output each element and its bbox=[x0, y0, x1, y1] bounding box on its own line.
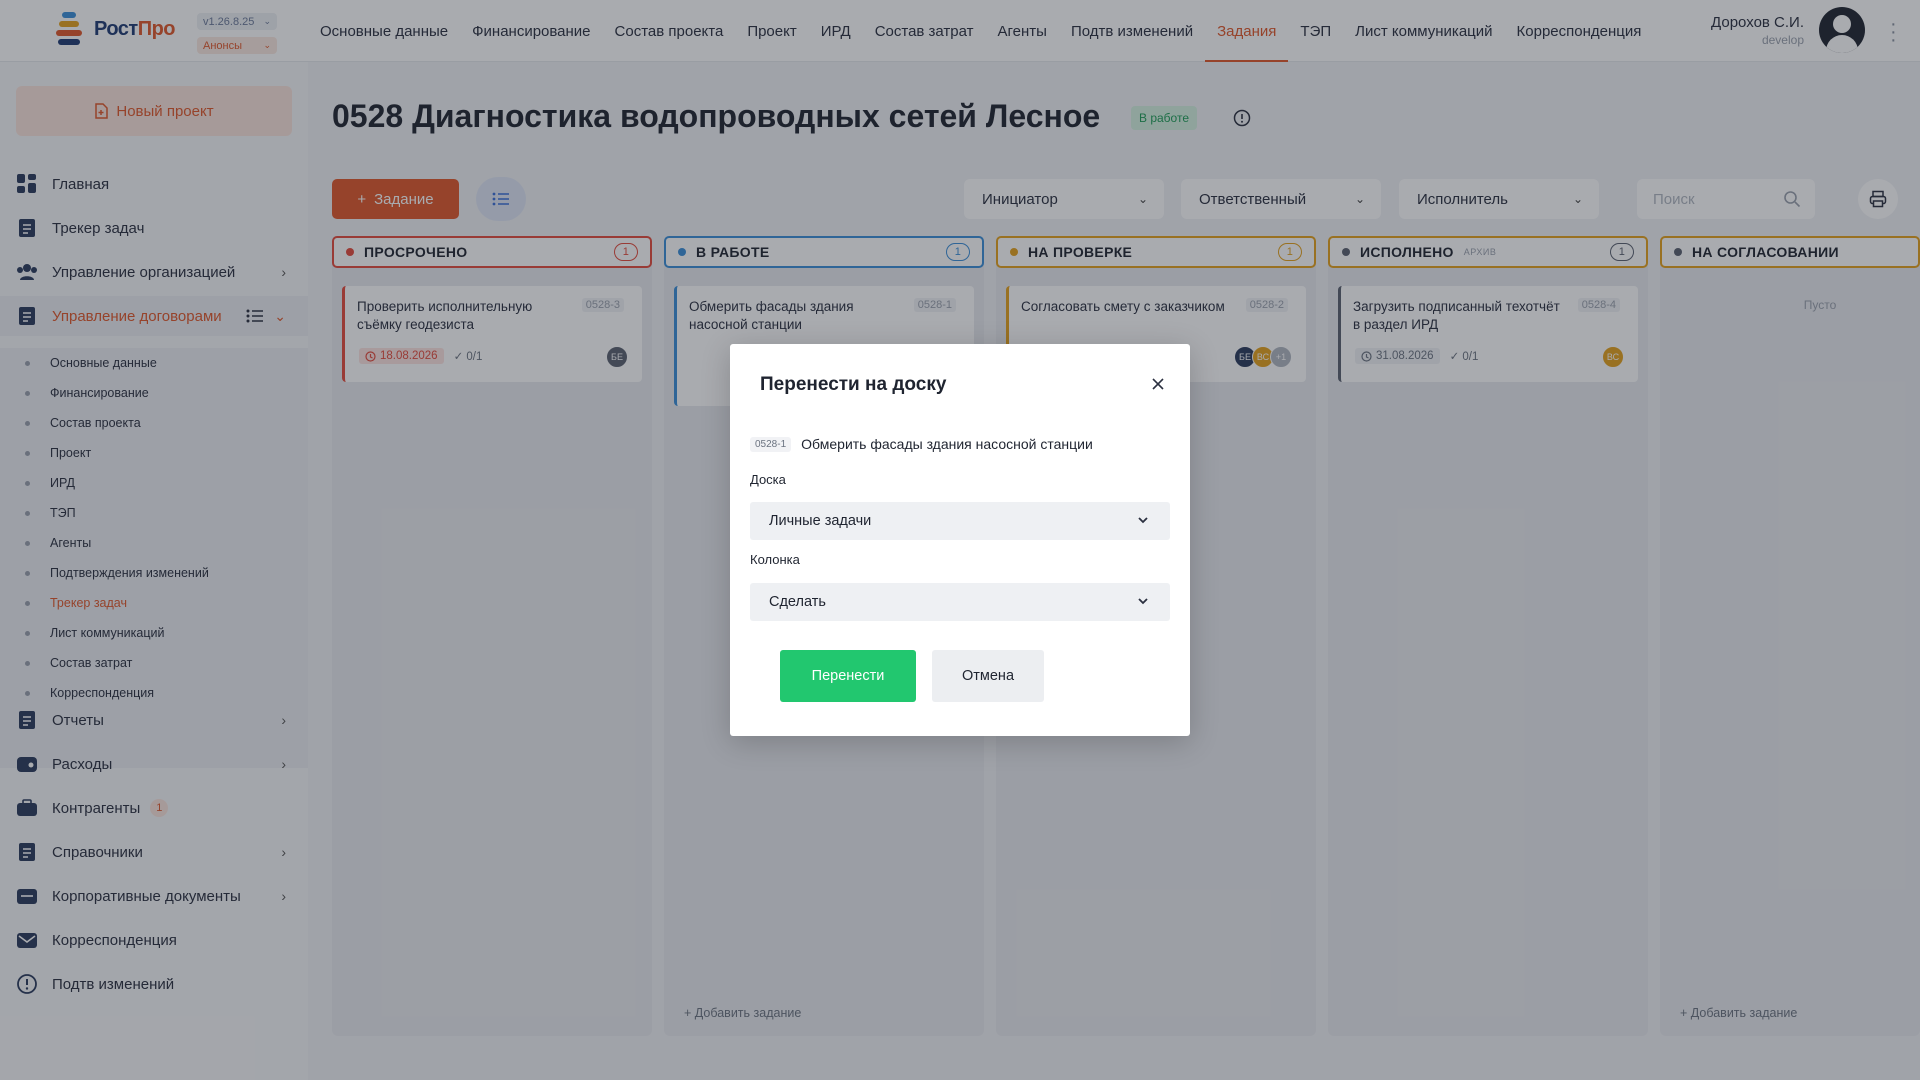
task-id: 0528-1 bbox=[750, 436, 792, 452]
dialog-title: Перенести на доску bbox=[760, 374, 947, 395]
close-button[interactable] bbox=[1148, 374, 1168, 394]
task-title: Обмерить фасады здания насосной станции bbox=[801, 436, 1093, 452]
move-to-board-dialog: Перенести на доску 0528-1 Обмерить фасад… bbox=[730, 344, 1190, 736]
board-select[interactable]: Личные задачи bbox=[750, 502, 1170, 540]
cancel-button[interactable]: Отмена bbox=[932, 650, 1044, 702]
close-icon bbox=[1152, 378, 1164, 390]
board-label: Доска bbox=[750, 472, 786, 487]
chevron-down-icon bbox=[1138, 517, 1148, 524]
task-reference: 0528-1 Обмерить фасады здания насосной с… bbox=[750, 436, 1093, 452]
column-select[interactable]: Сделать bbox=[750, 583, 1170, 621]
column-label: Колонка bbox=[750, 552, 800, 567]
move-button[interactable]: Перенести bbox=[780, 650, 916, 702]
chevron-down-icon bbox=[1138, 598, 1148, 605]
